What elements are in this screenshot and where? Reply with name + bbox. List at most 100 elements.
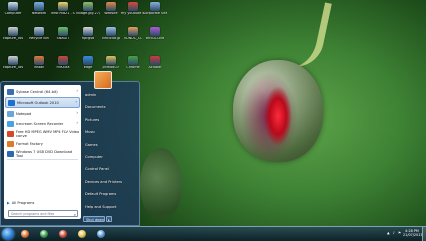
desktop-icon[interactable]: website: [99, 2, 123, 16]
desktop-icon[interactable]: Recycle Bin: [27, 27, 51, 41]
taskbar-app-button[interactable]: [56, 228, 71, 240]
desktop-icon[interactable]: FileZilla: [51, 56, 75, 70]
app-icon: [34, 56, 44, 65]
desktop-icon[interactable]: my youtube collection: [121, 2, 145, 16]
clock[interactable]: 4:28 PM 21/07/2013: [403, 229, 423, 238]
search-placeholder: Search programs and files: [11, 212, 55, 216]
submenu-arrow-icon: ›: [76, 110, 78, 115]
program-icon: [7, 110, 14, 117]
desktop-icon-label: vincicdd.jp: [101, 37, 121, 40]
start-menu-link[interactable]: Pictures: [83, 117, 137, 124]
app-icon: [106, 56, 116, 65]
app-icon: [34, 2, 44, 11]
arrow-right-icon: ▶: [7, 201, 10, 205]
program-item[interactable]: Sybase Central (64-bit) ›: [5, 87, 80, 96]
start-menu: Sybase Central (64-bit) › Microsoft Outloo…: [0, 81, 140, 226]
user-picture[interactable]: [94, 71, 112, 89]
desktop-icon-label: Corporate Site: [143, 12, 167, 15]
start-menu-link[interactable]: admin: [83, 92, 137, 99]
shutdown-label: Shut down: [86, 218, 105, 222]
program-label: Format Factory: [16, 141, 43, 146]
arrow-right-icon: ▸: [108, 218, 110, 222]
shutdown-button[interactable]: Shut down: [83, 216, 105, 222]
app-icon: [8, 56, 18, 65]
program-item[interactable]: Icecream Screen Recorder ›: [5, 119, 80, 128]
desktop-icon[interactable]: capture_Tos: [1, 56, 25, 70]
media-icon: [97, 230, 105, 238]
desktop-icon[interactable]: capture_Tos: [1, 27, 25, 41]
desktop-icon-label: village.jpg 27/05/13: [76, 12, 100, 15]
search-input[interactable]: Search programs and files ⌕: [8, 210, 78, 217]
desktop-icon-label: pnmodu.F: [102, 66, 120, 69]
desktop-icon[interactable]: Chrome: [121, 56, 145, 70]
app-icon: [150, 2, 160, 11]
desktop-icon-label: SNAGIT: [56, 37, 70, 40]
program-item[interactable]: Windows 7 USB DVD Download Tool: [5, 149, 80, 158]
system-tray[interactable]: ▲ ♪ ⚑: [387, 231, 402, 235]
start-menu-link[interactable]: Documents: [83, 104, 137, 111]
submenu-arrow-icon: ›: [76, 88, 78, 93]
app-icon: [58, 2, 68, 11]
desktop-icon[interactable]: Computer: [1, 2, 25, 16]
start-menu-link[interactable]: Computer: [83, 154, 137, 161]
desktop-icon[interactable]: pnmodu.F: [99, 56, 123, 70]
all-programs-button[interactable]: ▶ All Programs: [7, 201, 34, 205]
desktop-icon-label: install: [33, 66, 45, 69]
app-icon: [58, 27, 68, 36]
desktop-icon[interactable]: tntlSG.Dvd: [143, 27, 167, 41]
desktop-icon[interactable]: Corporate Site: [143, 2, 167, 16]
desktop-icon-label: infor.md21 - Shortcut: [51, 12, 75, 15]
app-icon: [83, 56, 93, 65]
desktop-icon-label: Computer: [4, 12, 22, 15]
start-menu-link[interactable]: Music: [83, 129, 137, 136]
desktop-icon[interactable]: VDNDC_CL: [121, 27, 145, 41]
clock-date: 21/07/2013: [403, 233, 423, 238]
app-icon: [150, 27, 160, 36]
taskbar-app-button[interactable]: [75, 228, 90, 240]
taskbar-app-button[interactable]: [94, 228, 109, 240]
taskbar: ▲ ♪ ⚑ 4:28 PM 21/07/2013: [0, 226, 426, 241]
program-label: Notepad: [16, 111, 32, 116]
start-menu-link[interactable]: Devices and Printers: [83, 179, 137, 186]
desktop-icon-label: my youtube collection: [121, 12, 145, 15]
desktop-icon[interactable]: edge: [76, 56, 100, 70]
desktop-icon[interactable]: village.jpg 27/05/13: [76, 2, 100, 16]
app-icon: [106, 27, 116, 36]
desktop-icon-label: capture_Tos: [2, 66, 23, 69]
separator: [7, 159, 78, 160]
program-label: Free HD MPEG WMV MP4 FLV Video conve: [16, 129, 80, 138]
app-icon: [58, 56, 68, 65]
all-programs-label: All Programs: [11, 201, 35, 205]
app-icon: [34, 27, 44, 36]
desktop-icon[interactable]: hpcgsd: [76, 27, 100, 41]
chrome-alt-icon: [59, 230, 67, 238]
program-label: Windows 7 USB DVD Download Tool: [16, 149, 73, 158]
start-menu-link[interactable]: Default Programs: [83, 191, 137, 198]
start-button[interactable]: [2, 228, 14, 240]
program-item[interactable]: Format Factory: [5, 139, 80, 148]
program-label: Sybase Central (64-bit): [16, 89, 58, 94]
app-icon: [128, 56, 138, 65]
program-item[interactable]: Notepad ›: [5, 109, 80, 118]
taskbar-app-button[interactable]: [37, 228, 52, 240]
program-item[interactable]: Free HD MPEG WMV MP4 FLV Video conve: [5, 129, 80, 138]
desktop-icon[interactable]: Acrobat: [143, 56, 167, 70]
app-icon: [83, 27, 93, 36]
desktop-icon[interactable]: Network: [27, 2, 51, 16]
desktop-icon[interactable]: SNAGIT: [51, 27, 75, 41]
taskbar-app-button[interactable]: [18, 228, 33, 240]
desktop-icon[interactable]: vincicdd.jp: [99, 27, 123, 41]
start-menu-link[interactable]: Help and Support: [83, 204, 137, 211]
desktop-icon[interactable]: install: [27, 56, 51, 70]
start-menu-right-pane: admin Documents Pictures Music Games Computer…: [83, 92, 137, 216]
shutdown-options-button[interactable]: ▸: [106, 216, 112, 222]
show-desktop-button[interactable]: [422, 227, 426, 241]
search-icon: ⌕: [73, 212, 76, 217]
program-item[interactable]: Microsoft Outlook 2010 ›: [5, 97, 80, 108]
start-menu-link[interactable]: Games: [83, 142, 137, 149]
desktop-icon-label: FileZilla: [56, 66, 70, 69]
start-menu-link[interactable]: Control Panel: [83, 166, 137, 173]
program-icon: [7, 88, 14, 95]
program-icon: [7, 150, 14, 157]
desktop-icon[interactable]: infor.md21 - Shortcut: [51, 2, 75, 16]
